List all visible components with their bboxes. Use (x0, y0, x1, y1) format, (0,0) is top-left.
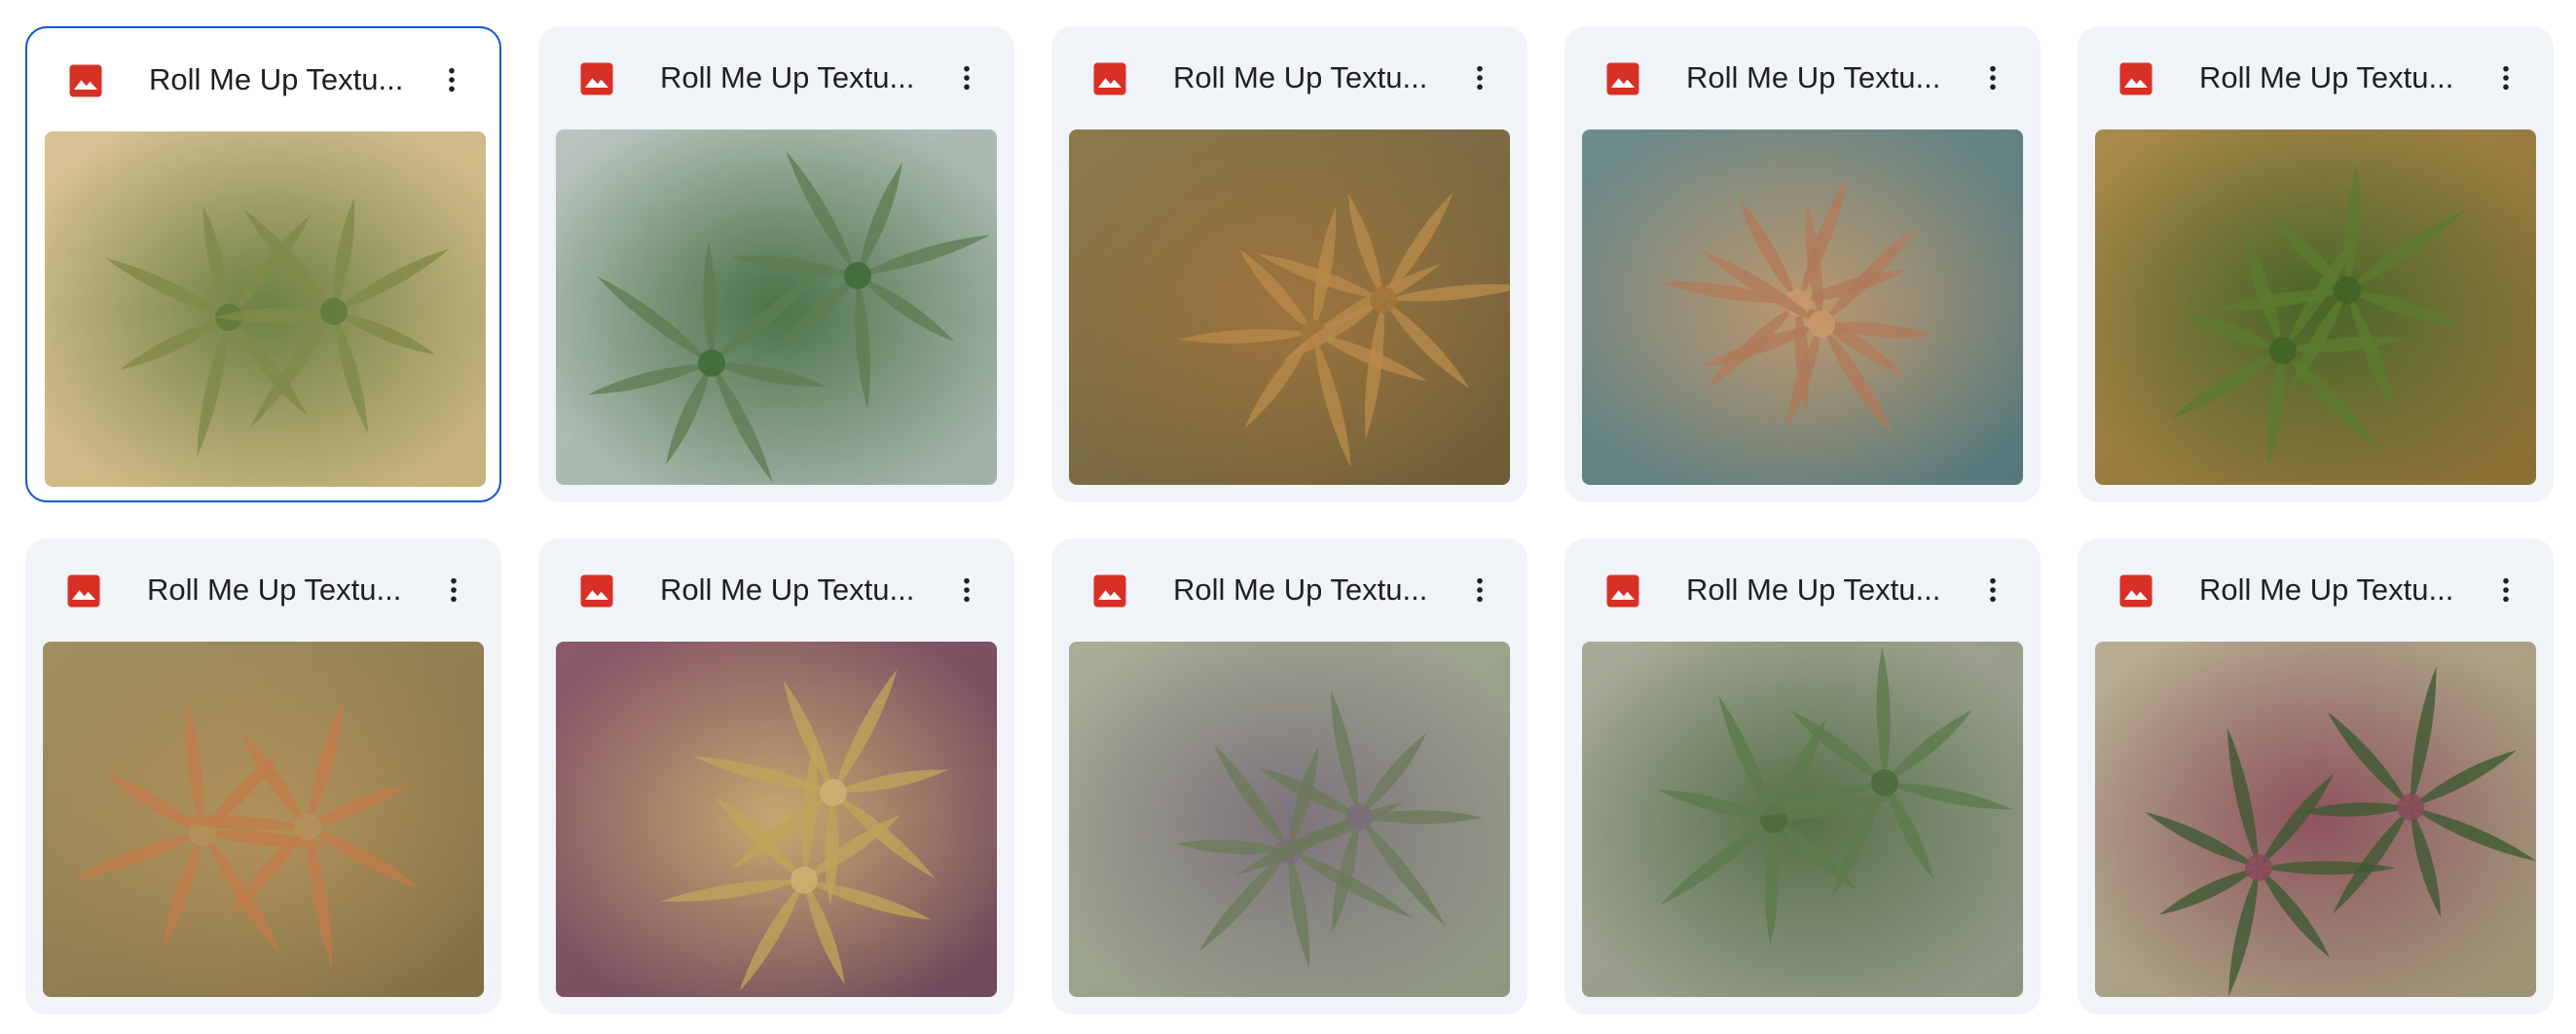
file-thumbnail[interactable] (556, 129, 997, 485)
image-file-icon (1092, 61, 1127, 96)
file-title[interactable]: Roll Me Up Textu... (660, 538, 914, 642)
file-tile-header: Roll Me Up Textu... (1564, 26, 2041, 129)
file-title[interactable]: Roll Me Up Textu... (1686, 26, 1940, 129)
image-file-icon (579, 61, 614, 96)
file-tile-header: Roll Me Up Textu... (25, 538, 501, 642)
more-options-button[interactable] (1457, 55, 1502, 100)
file-tile-header: Roll Me Up Textu... (2078, 26, 2554, 129)
file-tile[interactable]: Roll Me Up Textu... (1564, 26, 2041, 502)
thumbnail-image (1582, 642, 2023, 997)
file-tile-header: Roll Me Up Textu... (1051, 538, 1527, 642)
file-tile-header: Roll Me Up Textu... (538, 26, 1014, 129)
file-thumbnail[interactable] (1582, 129, 2023, 485)
more-options-button[interactable] (1970, 55, 2015, 100)
file-grid: Roll Me Up Textu... Roll Me Up Textu... Ro… (25, 26, 2554, 1015)
file-thumbnail[interactable] (2095, 129, 2536, 485)
file-tile[interactable]: Roll Me Up Textu... (538, 26, 1014, 502)
file-title[interactable]: Roll Me Up Textu... (1173, 538, 1427, 642)
file-tile[interactable]: Roll Me Up Textu... (1051, 26, 1527, 502)
file-tile[interactable]: Roll Me Up Textu... (25, 26, 501, 502)
file-thumbnail[interactable] (2095, 642, 2536, 997)
thumbnail-image (1069, 642, 1510, 997)
thumbnail-image (1069, 129, 1510, 485)
more-vert-icon (449, 67, 455, 92)
file-tile-header: Roll Me Up Textu... (1564, 538, 2041, 642)
more-vert-icon (1990, 577, 1996, 603)
thumbnail-image (2095, 642, 2536, 997)
file-tile[interactable]: Roll Me Up Textu... (2078, 538, 2554, 1015)
thumbnail-image (1582, 129, 2023, 485)
thumbnail-image (556, 129, 997, 485)
image-file-icon (66, 573, 101, 609)
thumbnail-image (2095, 129, 2536, 485)
more-vert-icon (1990, 65, 1996, 91)
file-thumbnail[interactable] (556, 642, 997, 997)
more-options-button[interactable] (1970, 568, 2015, 612)
file-thumbnail[interactable] (1582, 642, 2023, 997)
more-options-button[interactable] (2484, 568, 2528, 612)
image-file-icon (579, 573, 614, 609)
file-tile[interactable]: Roll Me Up Textu... (2078, 26, 2554, 502)
image-file-icon (2118, 61, 2153, 96)
file-tile[interactable]: Roll Me Up Textu... (538, 538, 1014, 1015)
more-vert-icon (2503, 65, 2509, 91)
more-vert-icon (2503, 577, 2509, 603)
file-thumbnail[interactable] (45, 131, 486, 487)
image-file-icon (1605, 573, 1640, 609)
file-title[interactable]: Roll Me Up Textu... (1686, 538, 1940, 642)
more-options-button[interactable] (431, 568, 476, 612)
thumbnail-image (556, 642, 997, 997)
more-vert-icon (964, 65, 970, 91)
file-title[interactable]: Roll Me Up Textu... (660, 26, 914, 129)
more-options-button[interactable] (2484, 55, 2528, 100)
file-title[interactable]: Roll Me Up Textu... (149, 28, 403, 131)
file-title[interactable]: Roll Me Up Textu... (2199, 538, 2453, 642)
file-tile[interactable]: Roll Me Up Textu... (1564, 538, 2041, 1015)
file-title[interactable]: Roll Me Up Textu... (2199, 26, 2453, 129)
file-thumbnail[interactable] (1069, 642, 1510, 997)
file-thumbnail[interactable] (1069, 129, 1510, 485)
more-vert-icon (1477, 65, 1483, 91)
file-tile[interactable]: Roll Me Up Textu... (1051, 538, 1527, 1015)
file-tile-header: Roll Me Up Textu... (538, 538, 1014, 642)
more-vert-icon (451, 577, 457, 603)
image-file-icon (2118, 573, 2153, 609)
file-tile[interactable]: Roll Me Up Textu... (25, 538, 501, 1015)
file-thumbnail[interactable] (43, 642, 484, 997)
thumbnail-image (43, 642, 484, 997)
image-file-icon (68, 63, 103, 98)
file-title[interactable]: Roll Me Up Textu... (1173, 26, 1427, 129)
more-options-button[interactable] (429, 57, 474, 102)
file-tile-header: Roll Me Up Textu... (1051, 26, 1527, 129)
more-vert-icon (964, 577, 970, 603)
more-options-button[interactable] (1457, 568, 1502, 612)
more-options-button[interactable] (944, 568, 989, 612)
more-vert-icon (1477, 577, 1483, 603)
image-file-icon (1605, 61, 1640, 96)
file-title[interactable]: Roll Me Up Textu... (147, 538, 401, 642)
file-tile-header: Roll Me Up Textu... (27, 28, 499, 131)
more-options-button[interactable] (944, 55, 989, 100)
thumbnail-image (45, 131, 486, 487)
image-file-icon (1092, 573, 1127, 609)
file-tile-header: Roll Me Up Textu... (2078, 538, 2554, 642)
